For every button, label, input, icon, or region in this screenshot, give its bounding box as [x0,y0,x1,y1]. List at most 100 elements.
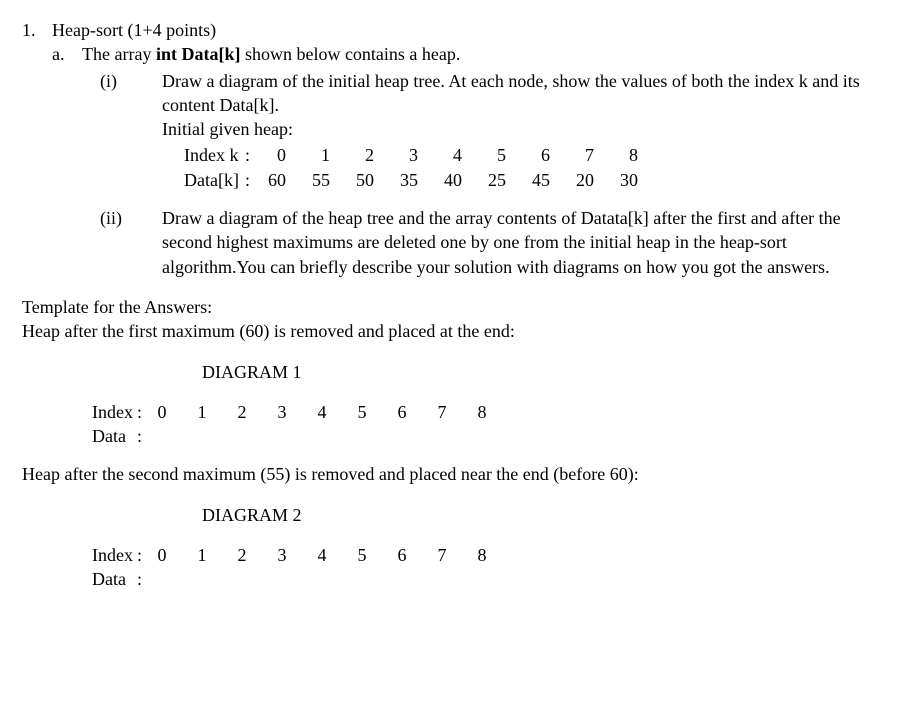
index-cell: 5 [356,543,396,567]
question-number: 1. [22,18,52,279]
colon: : [137,543,156,567]
part-ii-body: Draw a diagram of the heap tree and the … [162,206,877,279]
question-title: Heap-sort (1+4 points) [52,18,877,42]
data-cell [276,424,316,448]
part-i: (i) Draw a diagram of the initial heap t… [100,69,877,192]
subpart-a-intro: The array int Data[k] shown below contai… [82,42,877,66]
template-table-1: Index : 0 1 2 3 4 5 6 7 8 Data : [92,400,516,449]
intro-bold: int Data[k] [156,44,241,64]
table-row: Data : [92,424,516,448]
index-cell: 8 [612,143,656,167]
data-cell [476,567,516,591]
index-cell: 8 [476,400,516,424]
index-cell: 4 [316,400,356,424]
data-cell [356,424,396,448]
part-ii: (ii) Draw a diagram of the heap tree and… [100,206,877,279]
index-cell: 8 [476,543,516,567]
part-ii-label: (ii) [100,206,162,279]
index-cell: 7 [436,400,476,424]
first-removal-line: Heap after the first maximum (60) is rem… [22,319,877,343]
colon: : [137,567,156,591]
data-cell: 50 [348,168,392,192]
index-cell: 7 [436,543,476,567]
index-cell: 6 [396,400,436,424]
data-cell: 55 [304,168,348,192]
index-cell: 2 [236,400,276,424]
data-row-label: Data[k] [184,168,245,192]
index-cell: 0 [260,143,304,167]
data-cell [156,424,196,448]
initial-heap-table: Index k : 0 1 2 3 4 5 6 7 8 [184,143,656,192]
data-row-label: Data [92,424,137,448]
data-cell [196,424,236,448]
colon: : [137,424,156,448]
table-row: Data[k] : 60 55 50 35 40 25 45 20 30 [184,168,656,192]
part-i-text: Draw a diagram of the initial heap tree.… [162,69,877,118]
data-cell [396,424,436,448]
index-cell: 1 [304,143,348,167]
part-i-label: (i) [100,69,162,192]
colon: : [137,400,156,424]
data-cell [236,424,276,448]
initial-heap-line: Initial given heap: [162,117,877,141]
table-row: Index : 0 1 2 3 4 5 6 7 8 [92,400,516,424]
colon: : [245,168,260,192]
intro-post: shown below contains a heap. [240,44,460,64]
data-cell: 45 [524,168,568,192]
diagram-1-label: DIAGRAM 1 [202,360,877,384]
diagram-2-label: DIAGRAM 2 [202,503,877,527]
index-cell: 3 [276,543,316,567]
data-cell [356,567,396,591]
index-cell: 1 [196,400,236,424]
template-table-2: Index : 0 1 2 3 4 5 6 7 8 Data : [92,543,516,592]
index-cell: 4 [436,143,480,167]
second-removal-line: Heap after the second maximum (55) is re… [22,462,877,486]
index-row-label: Index [92,400,137,424]
data-cell: 35 [392,168,436,192]
index-cell: 2 [236,543,276,567]
table-row: Index k : 0 1 2 3 4 5 6 7 8 [184,143,656,167]
index-cell: 3 [276,400,316,424]
data-cell: 40 [436,168,480,192]
intro-pre: The array [82,44,156,64]
data-cell [196,567,236,591]
data-cell [436,424,476,448]
data-cell [276,567,316,591]
index-row-label: Index [92,543,137,567]
index-cell: 3 [392,143,436,167]
template-section: Template for the Answers: Heap after the… [22,295,877,592]
data-cell: 30 [612,168,656,192]
data-cell [236,567,276,591]
data-cell [316,424,356,448]
data-cell: 60 [260,168,304,192]
part-i-body: Draw a diagram of the initial heap tree.… [162,69,877,192]
data-cell [436,567,476,591]
question-body: Heap-sort (1+4 points) a. The array int … [52,18,877,279]
data-row-label: Data [92,567,137,591]
subpart-a-label: a. [52,42,82,279]
question-1: 1. Heap-sort (1+4 points) a. The array i… [22,18,877,279]
index-cell: 0 [156,400,196,424]
table-row: Data : [92,567,516,591]
index-cell: 0 [156,543,196,567]
index-cell: 4 [316,543,356,567]
part-ii-text: Draw a diagram of the heap tree and the … [162,206,877,279]
index-cell: 5 [356,400,396,424]
index-cell: 1 [196,543,236,567]
colon: : [245,143,260,167]
index-row-label: Index k [184,143,245,167]
index-cell: 6 [396,543,436,567]
data-cell [156,567,196,591]
index-cell: 7 [568,143,612,167]
index-cell: 5 [480,143,524,167]
data-cell [396,567,436,591]
data-cell [316,567,356,591]
data-cell: 25 [480,168,524,192]
table-row: Index : 0 1 2 3 4 5 6 7 8 [92,543,516,567]
subpart-a: a. The array int Data[k] shown below con… [52,42,877,279]
index-cell: 6 [524,143,568,167]
index-cell: 2 [348,143,392,167]
subpart-a-body: The array int Data[k] shown below contai… [82,42,877,279]
template-header: Template for the Answers: [22,295,877,319]
data-cell: 20 [568,168,612,192]
